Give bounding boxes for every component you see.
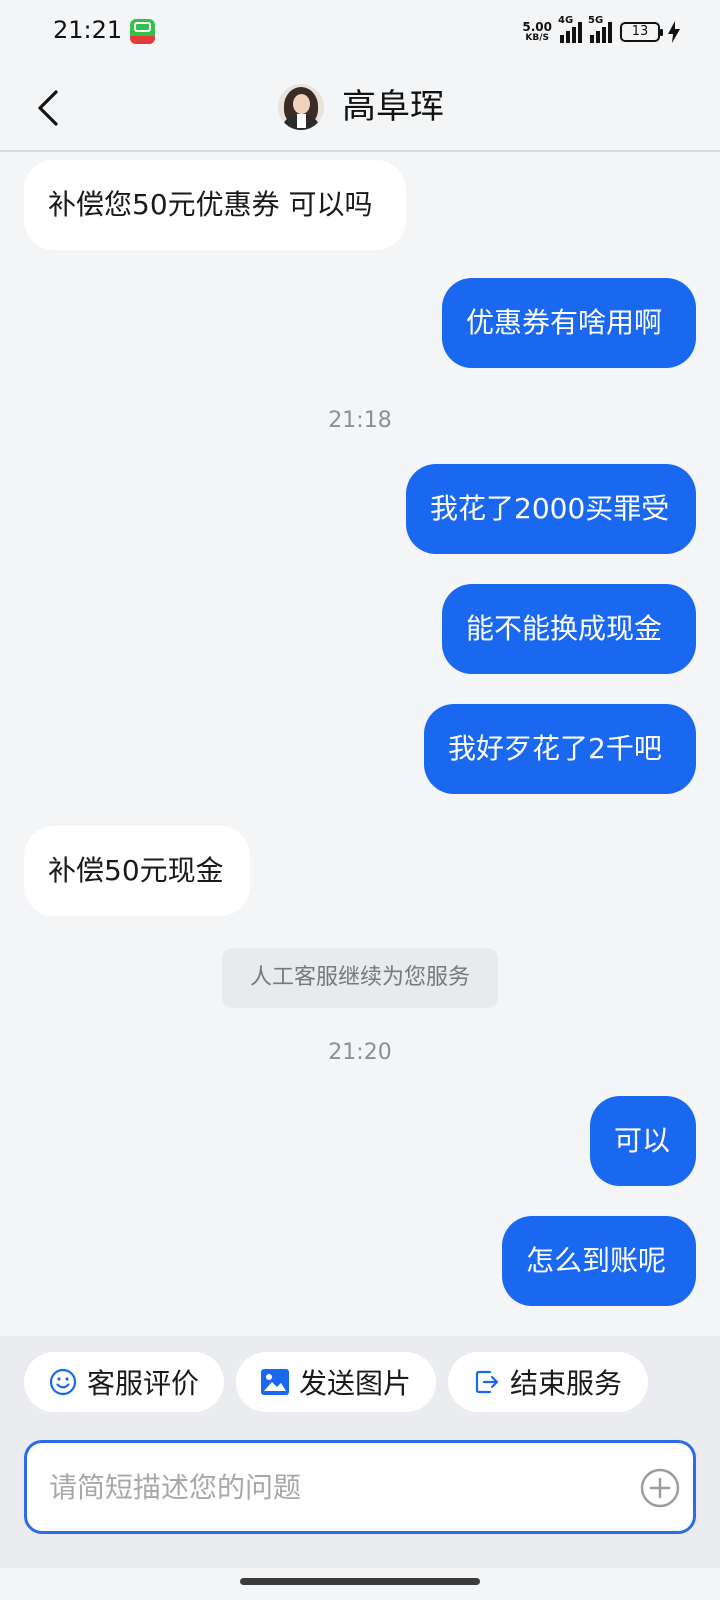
- message-bubble-outgoing[interactable]: 怎么到账呢: [502, 1216, 696, 1306]
- charging-bolt-icon: [668, 21, 680, 43]
- send-image-label: 发送图片: [298, 1367, 411, 1400]
- end-service-button[interactable]: 结束服务: [448, 1352, 648, 1412]
- message-bubble-outgoing[interactable]: 可以: [590, 1096, 696, 1186]
- bottom-panel: 客服评价 发送图片 结束服务: [0, 1336, 720, 1568]
- smiley-icon: [49, 1368, 77, 1396]
- status-time: 21:21: [53, 16, 123, 44]
- rate-service-button[interactable]: 客服评价: [24, 1352, 224, 1412]
- agent-name: 高阜珲: [342, 87, 444, 127]
- exit-icon: [475, 1370, 499, 1394]
- message-bubble-outgoing[interactable]: 我好歹花了2千吧: [424, 704, 696, 794]
- network-speed: 5.00 KB/S: [522, 21, 552, 43]
- timestamp: 21:18: [328, 408, 392, 433]
- app-notification-icon: [130, 19, 155, 44]
- message-input[interactable]: [49, 1459, 609, 1515]
- message-bubble-outgoing[interactable]: 我花了2000买罪受: [406, 464, 696, 554]
- status-bar: 21:21 5.00 KB/S 4G 5G 13: [0, 0, 720, 64]
- message-bubble-incoming[interactable]: 补偿您50元优惠券 可以吗: [24, 160, 406, 250]
- image-icon: [260, 1369, 289, 1395]
- send-image-button[interactable]: 发送图片: [236, 1352, 436, 1412]
- signal-5g-icon: 5G: [588, 15, 612, 43]
- timestamp: 21:20: [328, 1040, 392, 1065]
- message-bubble-outgoing[interactable]: 能不能换成现金: [442, 584, 696, 674]
- agent-avatar[interactable]: [278, 84, 324, 130]
- signal-4g-icon: 4G: [558, 15, 582, 43]
- battery-icon: 13: [620, 22, 663, 42]
- status-indicators: 5.00 KB/S 4G 5G 13: [522, 15, 680, 46]
- network-speed-unit: KB/S: [525, 33, 549, 43]
- signal-4g-label: 4G: [558, 15, 574, 26]
- battery-level: 13: [631, 24, 649, 39]
- rate-service-label: 客服评价: [86, 1367, 199, 1400]
- chevron-left-icon: [38, 90, 58, 126]
- signal-5g-label: 5G: [588, 15, 604, 26]
- message-bubble-incoming[interactable]: 补偿50元现金: [24, 826, 250, 916]
- end-service-label: 结束服务: [509, 1367, 622, 1400]
- chat-header: 高阜珲: [0, 64, 720, 152]
- message-input-box[interactable]: [24, 1440, 696, 1534]
- back-button[interactable]: [26, 80, 70, 136]
- home-indicator[interactable]: [240, 1578, 480, 1585]
- network-speed-value: 5.00: [522, 20, 552, 34]
- plus-icon[interactable]: [639, 1467, 681, 1509]
- system-notice: 人工客服继续为您服务: [222, 948, 498, 1008]
- message-bubble-outgoing[interactable]: 优惠券有啥用啊: [442, 278, 696, 368]
